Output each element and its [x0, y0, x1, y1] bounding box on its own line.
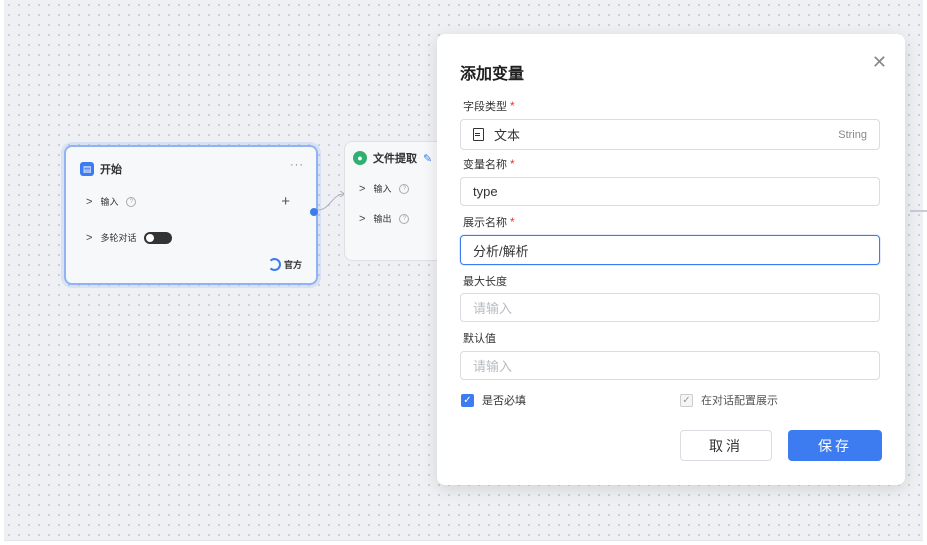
save-button[interactable]: 保存 [788, 430, 882, 461]
multi-turn-label: 多轮对话 [100, 233, 137, 243]
default-value-placeholder: 请输入 [473, 359, 513, 374]
var-name-label-text: 变量名称 [463, 159, 507, 171]
extract-input-row[interactable]: > 输入 ? [359, 182, 410, 195]
field-type-select[interactable]: 文本 String [460, 119, 880, 150]
display-name-input[interactable]: 分析/解析 [460, 235, 880, 265]
default-value-input[interactable]: 请输入 [460, 351, 880, 380]
show-in-dialog-label: 在对话配置展示 [701, 395, 778, 407]
field-type-suffix: String [838, 128, 867, 141]
pin-icon[interactable]: ✎ [423, 152, 432, 165]
display-name-label: 展示名称 * [463, 214, 515, 230]
extract-output-row[interactable]: > 输出 ? [359, 212, 410, 225]
show-in-dialog-checkbox-row[interactable]: ✓ 在对话配置展示 [680, 392, 778, 408]
field-type-label: 字段类型 * [463, 98, 515, 114]
multi-turn-toggle[interactable] [144, 231, 173, 244]
add-input-icon[interactable]: + [281, 193, 290, 210]
display-name-value: 分析/解析 [473, 243, 529, 259]
var-name-label: 变量名称 * [463, 156, 515, 172]
start-input-label: 输入 [100, 197, 119, 207]
max-length-input[interactable]: 请输入 [460, 293, 880, 322]
start-input-row[interactable]: > 输入 ? [86, 195, 137, 208]
field-type-value: 文本 [494, 128, 521, 143]
required-checkbox[interactable]: ✓ [461, 393, 474, 407]
output-port[interactable] [310, 208, 318, 216]
chevron-right-icon[interactable]: > [86, 232, 92, 244]
default-value-label: 默认值 [463, 333, 496, 345]
official-icon [267, 258, 281, 271]
var-name-value: type [473, 184, 498, 199]
document-icon [473, 128, 484, 141]
var-name-input[interactable]: type [460, 177, 880, 206]
help-icon: ? [126, 196, 137, 207]
more-icon[interactable]: ··· [290, 159, 304, 171]
extract-node-header: ● 文件提取 ✎ [353, 150, 432, 166]
max-length-label: 最大长度 [463, 276, 507, 288]
edge-connector [910, 210, 927, 212]
extract-input-label: 输入 [373, 184, 392, 194]
add-variable-modal: 添加变量 ✕ 字段类型 * 文本 String 变量名称 * type 展示名称 * … [437, 34, 905, 485]
chevron-right-icon[interactable]: > [86, 196, 92, 208]
display-name-label-text: 展示名称 [463, 217, 507, 229]
field-type-label-text: 字段类型 [463, 101, 507, 113]
start-node-header: ▤ 开始 [80, 161, 122, 177]
help-icon: ? [399, 183, 410, 194]
extract-node-icon: ● [353, 151, 367, 165]
required-mark: * [510, 157, 515, 171]
required-checkbox-label: 是否必填 [482, 395, 526, 407]
start-node-icon: ▤ [80, 162, 94, 176]
official-badge: 官方 [267, 258, 302, 271]
start-multi-turn-row[interactable]: > 多轮对话 [86, 231, 173, 244]
modal-title: 添加变量 [460, 66, 525, 83]
cancel-button[interactable]: 取消 [680, 430, 772, 461]
chevron-right-icon[interactable]: > [359, 213, 365, 225]
required-mark: * [510, 215, 515, 229]
show-in-dialog-checkbox[interactable]: ✓ [680, 393, 693, 407]
extract-output-label: 输出 [373, 214, 392, 224]
official-label: 官方 [283, 260, 302, 270]
required-mark: * [510, 99, 515, 113]
max-length-placeholder: 请输入 [473, 301, 513, 316]
close-icon[interactable]: ✕ [872, 52, 887, 73]
start-node[interactable]: ▤ 开始 ··· > 输入 ? + > 多轮对话 官方 [64, 145, 318, 285]
extract-node-title: 文件提取 [373, 153, 417, 165]
start-node-title: 开始 [100, 164, 122, 176]
help-icon: ? [399, 213, 410, 224]
required-checkbox-row[interactable]: ✓ 是否必填 [461, 392, 526, 408]
chevron-right-icon[interactable]: > [359, 183, 365, 195]
